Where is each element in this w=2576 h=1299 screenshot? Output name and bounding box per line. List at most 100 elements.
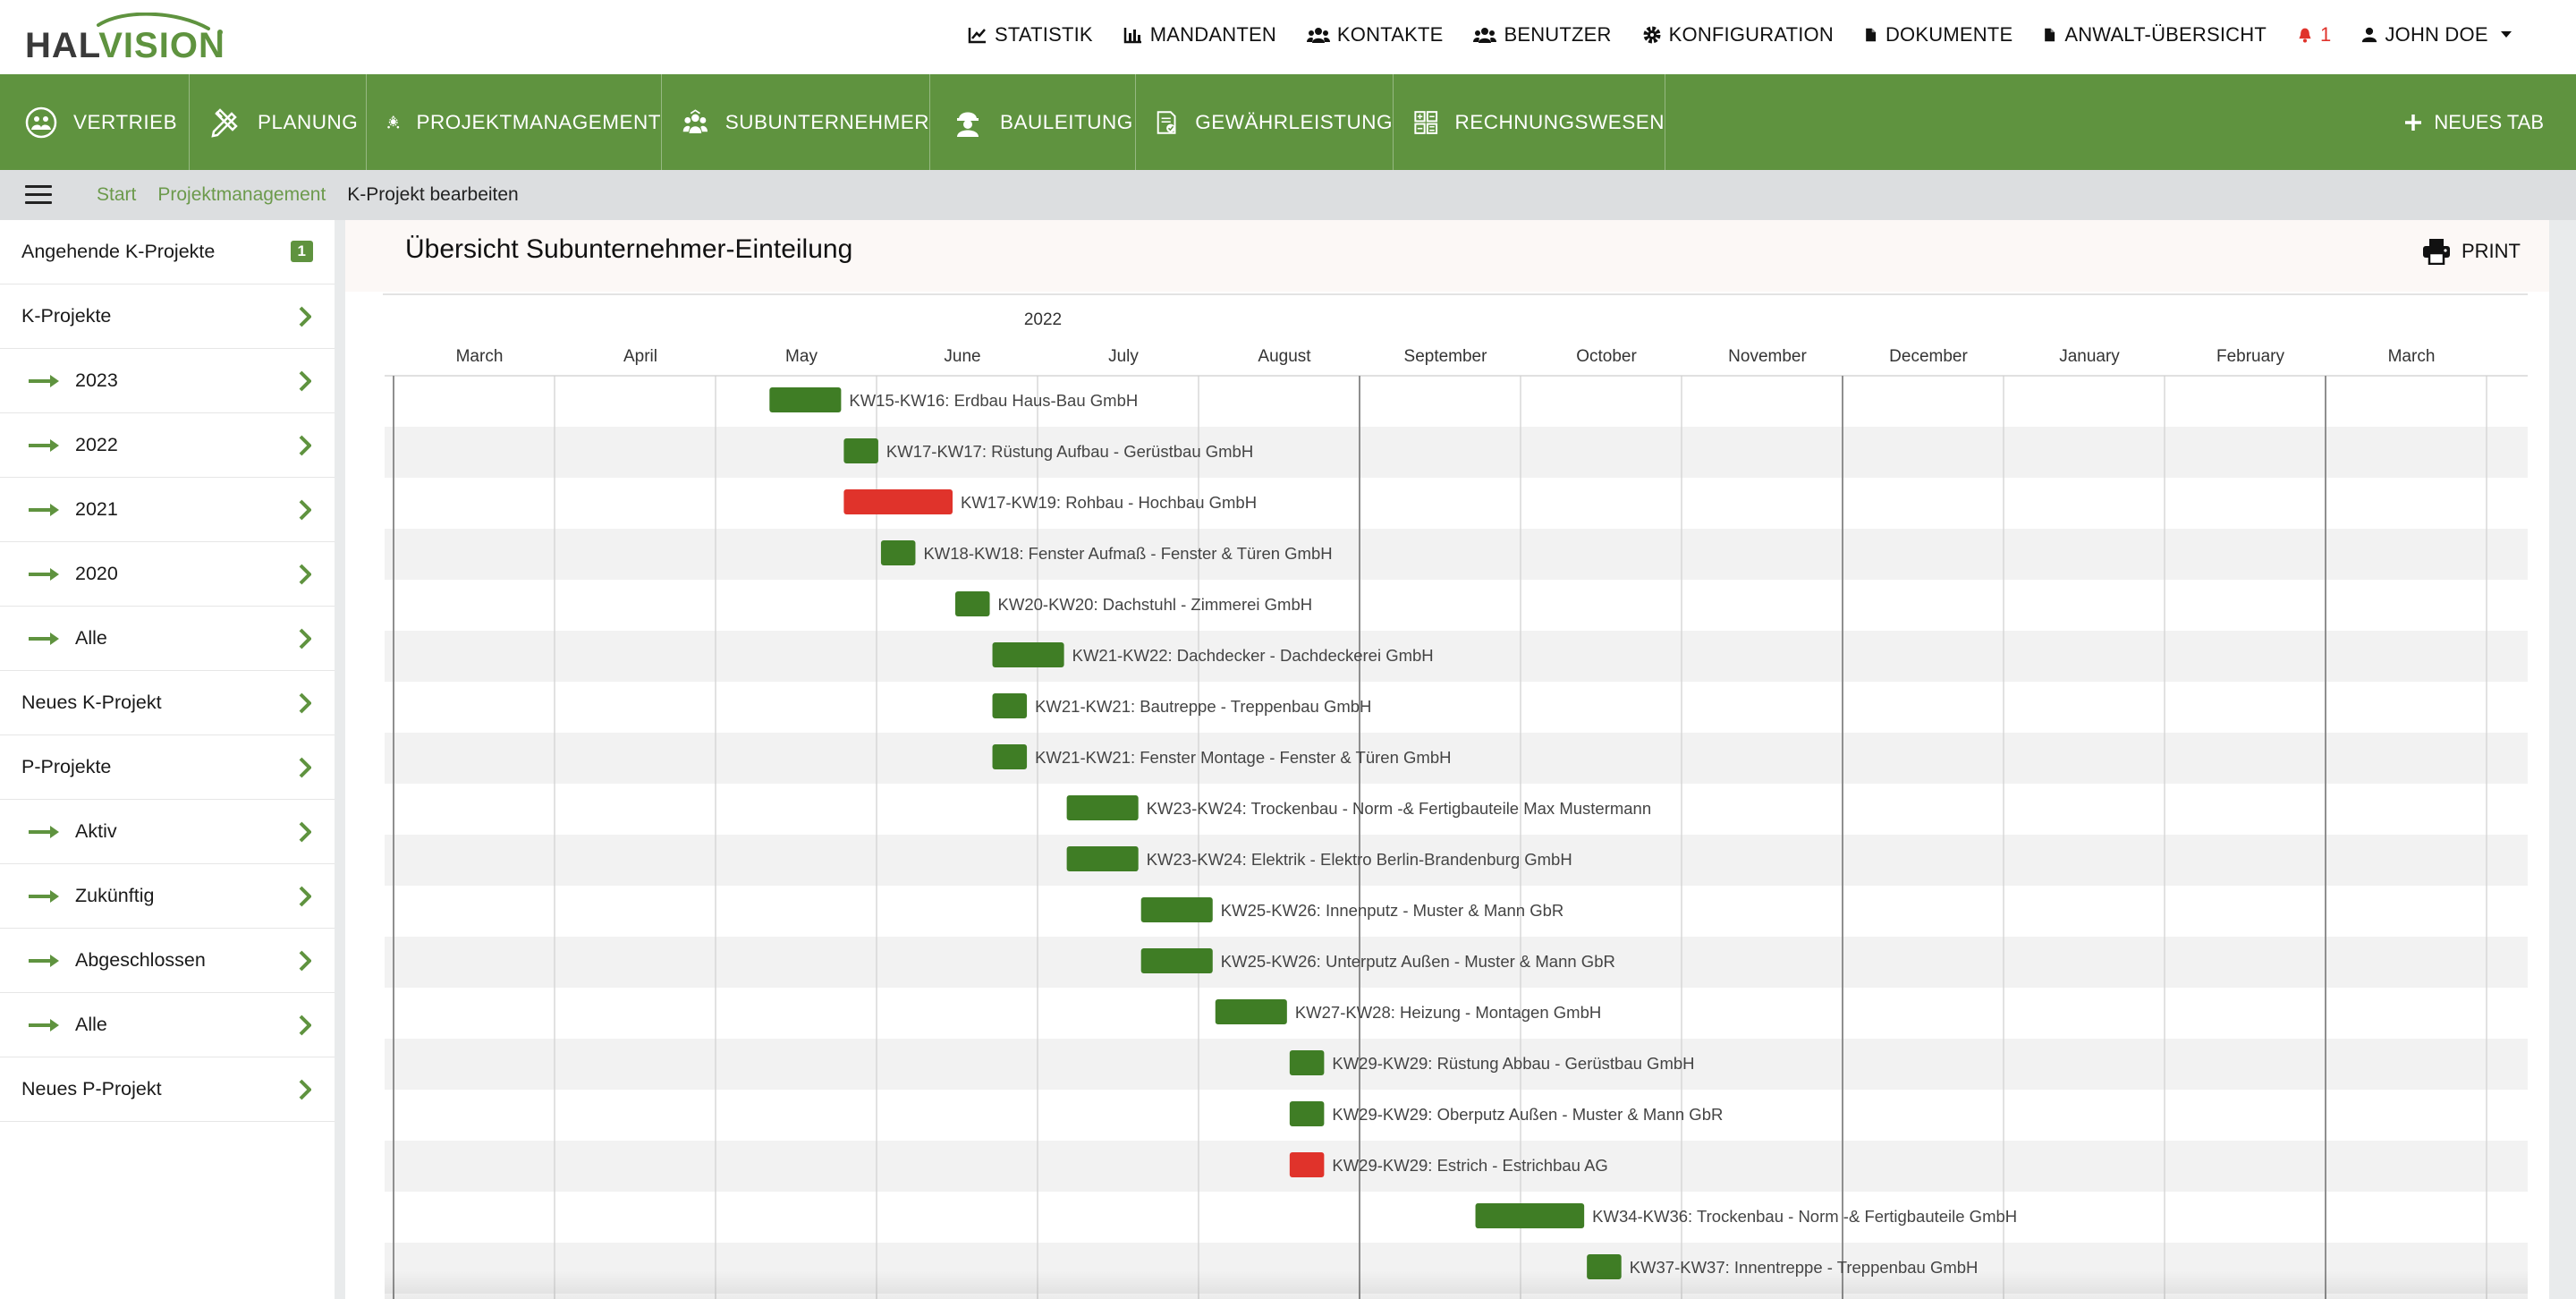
sidebar-item[interactable]: 2020 [0, 542, 335, 607]
gantt-task-label: KW15-KW16: Erdbau Haus-Bau GmbH [849, 391, 1138, 410]
gantt-task-label: KW18-KW18: Fenster Aufmaß - Fenster & Tü… [923, 544, 1332, 563]
printer-icon [2423, 239, 2450, 265]
nav-label: STATISTIK [995, 23, 1093, 46]
gantt-bar[interactable] [769, 387, 842, 412]
gantt-bar[interactable] [880, 540, 916, 565]
tab-bauleitung[interactable]: BAULEITUNG [930, 74, 1136, 170]
arrow-right-icon [29, 955, 59, 967]
user-menu[interactable]: JOHN DOE [2361, 23, 2518, 47]
gantt-bar[interactable] [843, 489, 953, 514]
tab-projektmanagement[interactable]: PROJEKTMANAGEMENT [367, 74, 662, 170]
gantt-bar[interactable] [1215, 999, 1287, 1024]
print-button[interactable]: PRINT [2422, 238, 2521, 265]
cog-network-icon [387, 115, 400, 128]
sidebar-item[interactable]: Alle [0, 993, 335, 1057]
sidebar-item[interactable]: Aktiv [0, 800, 335, 864]
hamburger-menu-icon[interactable] [25, 185, 52, 205]
tab-label: RECHNUNGSWESEN [1454, 110, 1665, 133]
gantt-bar[interactable] [1066, 795, 1139, 820]
sidebar-item[interactable]: Alle [0, 607, 335, 671]
sidebar-item[interactable]: 2021 [0, 478, 335, 542]
sidebar-item[interactable]: P-Projekte [0, 735, 335, 800]
gantt-bar[interactable] [1289, 1152, 1325, 1177]
panel-header: Übersicht Subunternehmer-Einteilung PRIN… [345, 220, 2549, 292]
gantt-row-bg [385, 1243, 2528, 1294]
gantt-task-label: KW27-KW28: Heizung - Montagen GmbH [1295, 1003, 1601, 1022]
count-badge: 1 [290, 241, 313, 262]
tab-vertrieb[interactable]: VERTRIEB [0, 74, 190, 170]
nav-kontakte[interactable]: KONTAKTE [1306, 23, 1444, 47]
gantt-bar[interactable] [1289, 1050, 1325, 1075]
file-icon [1866, 28, 1877, 42]
gantt-bar[interactable] [1475, 1203, 1585, 1228]
gantt-month-label: April [623, 347, 657, 366]
gantt-task-label: KW25-KW26: Innenputz - Muster & Mann GbR [1221, 901, 1564, 920]
gantt-bar[interactable] [1140, 897, 1213, 922]
chevron-right-icon [299, 628, 311, 650]
gantt-bar[interactable] [1066, 846, 1139, 871]
tab-label: SUBUNTERNEHMER [724, 110, 929, 133]
gantt-bar[interactable] [992, 744, 1028, 769]
sidebar-item[interactable]: Neues K-Projekt [0, 671, 335, 735]
gantt-task-label: KW21-KW21: Fenster Montage - Fenster & T… [1035, 748, 1451, 767]
gantt-row-bg [385, 376, 2528, 427]
nav-benutzer[interactable]: BENUTZER [1473, 23, 1611, 47]
sidebar-item[interactable]: 2023 [0, 349, 335, 413]
users-icon [1473, 28, 1497, 43]
sidebar-item[interactable]: Neues P-Projekt [0, 1057, 335, 1122]
gantt-bar[interactable] [843, 438, 878, 463]
gantt-task-label: KW17-KW19: Rohbau - Hochbau GmbH [961, 493, 1257, 512]
gantt-bar[interactable] [1140, 948, 1213, 973]
sidebar-item[interactable]: K-Projekte [0, 284, 335, 349]
nav-statistik[interactable]: STATISTIK [968, 23, 1093, 47]
top-navigation: STATISTIK MANDANTEN KONTAKTE BENUTZER KO… [968, 0, 2549, 70]
nav-konfiguration[interactable]: KONFIGURATION [1642, 23, 1834, 47]
tab-rechnungswesen[interactable]: RECHNUNGSWESEN [1394, 74, 1665, 170]
notification-count: 1 [2320, 23, 2332, 46]
gantt-bar[interactable] [1289, 1101, 1325, 1126]
notifications[interactable]: 1 [2297, 23, 2331, 47]
chevron-right-icon [299, 886, 311, 907]
tab-planung[interactable]: PLANUNG [190, 74, 367, 170]
gantt-bar[interactable] [992, 693, 1028, 718]
sidebar-item[interactable]: Angehende K-Projekte 1 [0, 220, 335, 284]
nav-dokumente[interactable]: DOKUMENTE [1864, 23, 2012, 47]
certificate-icon [1157, 110, 1176, 134]
nav-mandanten[interactable]: MANDANTEN [1123, 23, 1276, 47]
halvision-logo[interactable]: HALVISION [25, 13, 231, 63]
breadcrumb-start[interactable]: Start [97, 184, 136, 206]
breadcrumb-section[interactable]: Projektmanagement [157, 184, 326, 206]
print-label: PRINT [2462, 240, 2521, 262]
gantt-month-label: March [2388, 347, 2436, 366]
sidebar: Angehende K-Projekte 1 K-Projekte 2023 2022 2… [0, 220, 335, 1299]
sidebar-item-label: Abgeschlossen [75, 949, 206, 971]
pencil-ruler-icon [211, 107, 238, 138]
chevron-right-icon [299, 306, 311, 327]
tab-label: BAULEITUNG [1000, 110, 1133, 133]
tab-subunternehmer[interactable]: SUBUNTERNEHMER [662, 74, 930, 170]
gantt-bar[interactable] [955, 591, 990, 616]
nav-anwalt-uebersicht[interactable]: ANWALT-ÜBERSICHT [2043, 23, 2267, 47]
gantt-row-bg [385, 529, 2528, 580]
sidebar-item[interactable]: 2022 [0, 413, 335, 478]
gantt-row-bg [385, 1192, 2528, 1243]
breadcrumb-bar: Start Projektmanagement K-Projekt bearbe… [0, 170, 2576, 220]
new-tab-button[interactable]: NEUES TAB [2403, 74, 2544, 170]
gantt-month-label: July [1108, 347, 1139, 366]
sidebar-item-label: 2022 [75, 434, 118, 455]
gantt-year-label: 2022 [1024, 310, 1062, 329]
caret-down-icon [2500, 31, 2512, 38]
gantt-month-label: August [1258, 347, 1311, 366]
sidebar-item[interactable]: Zukünftig [0, 864, 335, 929]
nav-label: MANDANTEN [1149, 23, 1276, 46]
gantt-bar[interactable] [1587, 1254, 1622, 1279]
gantt-svg: 2022 March April May June July August September… [385, 295, 2528, 1299]
tab-gewaehrleistung[interactable]: GEWÄHRLEISTUNG [1136, 74, 1394, 170]
sidebar-item[interactable]: Abgeschlossen [0, 929, 335, 993]
gantt-task-label: KW34-KW36: Trockenbau - Norm -& Fertigba… [1592, 1207, 2017, 1226]
sidebar-item-label: P-Projekte [21, 756, 112, 777]
gantt-task-label: KW17-KW17: Rüstung Aufbau - Gerüstbau Gm… [886, 442, 1253, 461]
gantt-task-label: KW29-KW29: Oberputz Außen - Muster & Man… [1332, 1105, 1723, 1124]
gantt-bar[interactable] [992, 642, 1064, 667]
bell-icon [2299, 28, 2311, 43]
